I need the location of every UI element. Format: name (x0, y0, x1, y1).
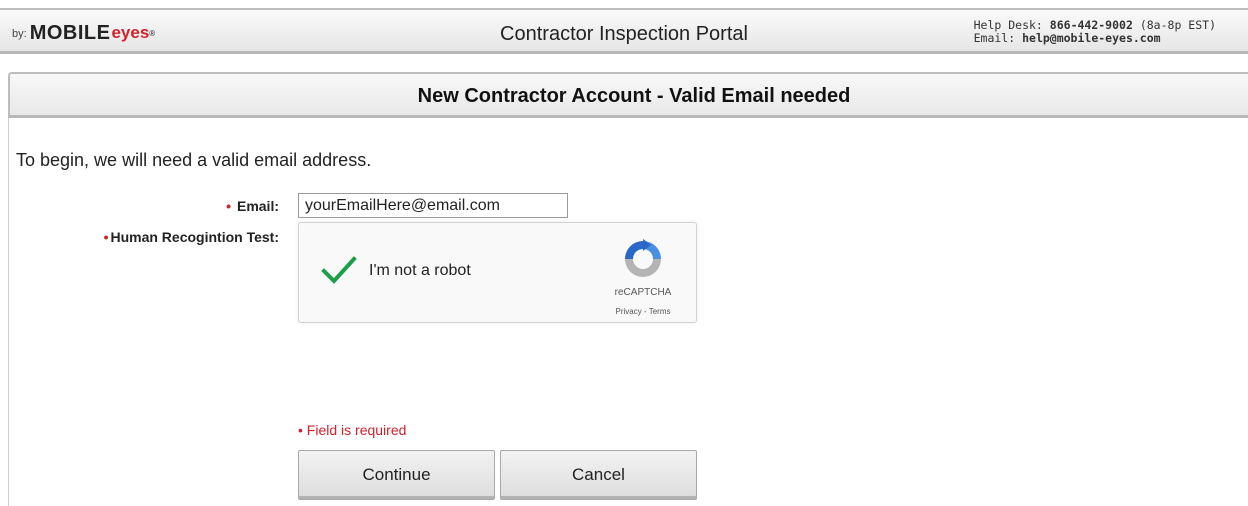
helpdesk-email-label: Email: (973, 31, 1016, 45)
helpdesk-phone: 866-442-9002 (1049, 18, 1133, 32)
checkmark-icon[interactable] (321, 252, 357, 288)
section-title: New Contractor Account - Valid Email nee… (417, 85, 851, 107)
top-header-bar: by: MOBILE eyes ® Contractor Inspection … (0, 8, 1248, 54)
content-left-border (8, 118, 9, 506)
continue-button[interactable]: Continue (298, 450, 495, 500)
required-field-note: • Field is required (298, 422, 407, 438)
cancel-button[interactable]: Cancel (500, 450, 697, 500)
section-header: New Contractor Account - Valid Email nee… (8, 72, 1248, 118)
helpdesk-info: Help Desk: 866-442-9002 (8a-8p EST) Emai… (974, 19, 1216, 45)
captcha-label-text: Human Recogintion Test: (110, 229, 279, 245)
helpdesk-label: Help Desk: (973, 18, 1043, 32)
captcha-label: • Human Recogintion Test: (104, 229, 279, 245)
required-marker: • (103, 229, 109, 245)
helpdesk-hours: (8a-8p EST) (1139, 18, 1216, 32)
captcha-robot-text: I'm not a robot (369, 262, 471, 279)
recaptcha-logo-icon (625, 239, 661, 277)
intro-text: To begin, we will need a valid email add… (16, 150, 372, 170)
email-input[interactable] (298, 193, 568, 218)
recaptcha-brand-text: reCAPTCHA (614, 287, 672, 298)
helpdesk-email-line: Email: help@mobile-eyes.com (974, 32, 1216, 45)
email-label-text: Email: (236, 198, 279, 214)
helpdesk-email[interactable]: help@mobile-eyes.com (1022, 31, 1160, 45)
required-marker: • (226, 198, 231, 214)
recaptcha-privacy-terms-link[interactable]: Privacy - Terms (599, 307, 687, 316)
email-label: • Email: (226, 198, 279, 214)
recaptcha-widget: I'm not a robot reCAPTCHA Privacy - Term… (298, 222, 697, 323)
